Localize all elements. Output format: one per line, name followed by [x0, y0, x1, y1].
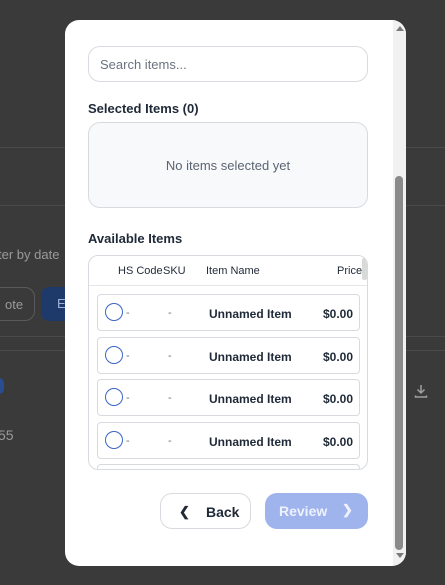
chevron-left-icon: ❮ [179, 504, 190, 519]
select-radio[interactable] [105, 303, 123, 321]
download-icon [414, 385, 428, 398]
review-button[interactable]: Review ❯ [265, 493, 368, 529]
cell-item-name: Unnamed Item [209, 307, 292, 321]
chevron-right-icon: ❯ [342, 502, 353, 517]
bg-outline-button: ote [0, 287, 35, 321]
select-radio[interactable] [105, 431, 123, 449]
scrollbar-thumb[interactable] [395, 176, 403, 550]
search-input[interactable] [88, 46, 368, 82]
selected-items-title: Selected Items (0) [88, 101, 199, 116]
cell-hs-code: - [126, 307, 130, 319]
table-scrollbar[interactable] [362, 258, 367, 280]
cell-price: $0.00 [323, 392, 354, 406]
scroll-up-arrow-icon[interactable] [396, 26, 404, 31]
cell-sku: - [168, 307, 172, 319]
scroll-down-arrow-icon[interactable] [396, 553, 404, 558]
back-button-label: Back [206, 504, 240, 520]
select-radio[interactable] [105, 388, 123, 406]
select-radio[interactable] [105, 346, 123, 364]
table-row[interactable] [97, 464, 360, 469]
empty-state-text: No items selected yet [165, 157, 291, 173]
back-button[interactable]: ❮ Back [160, 493, 251, 529]
select-items-modal: Selected Items (0) No items selected yet… [65, 20, 406, 566]
cell-price: $0.00 [323, 435, 354, 449]
available-items-table: HS Code SKU Item Name Price - - Unnamed … [88, 255, 368, 470]
review-button-label: Review [279, 503, 328, 519]
cell-item-name: Unnamed Item [209, 350, 292, 364]
available-items-title: Available Items [88, 231, 183, 246]
column-header-item-name: Item Name [206, 265, 260, 277]
cell-price: $0.00 [323, 307, 354, 321]
bg-outline-button-label: ote [5, 297, 24, 312]
table-row[interactable]: - - Unnamed Item $0.00 [97, 422, 360, 459]
cell-item-name: Unnamed Item [209, 435, 292, 449]
modal-scrollbar[interactable] [393, 20, 406, 566]
cell-sku: - [168, 350, 172, 362]
cell-item-name: Unnamed Item [209, 392, 292, 406]
cell-hs-code: - [126, 435, 130, 447]
bg-status-dot [0, 378, 4, 394]
column-header-hs-code: HS Code [118, 265, 163, 277]
cell-hs-code: - [126, 392, 130, 404]
table-row[interactable]: - - Unnamed Item $0.00 [97, 337, 360, 374]
bg-amount: 55 [0, 427, 14, 443]
column-header-price: Price [337, 265, 363, 277]
cell-sku: - [168, 435, 172, 447]
selected-items-panel: No items selected yet [88, 122, 368, 208]
cell-hs-code: - [126, 350, 130, 362]
table-header: HS Code SKU Item Name Price [89, 256, 367, 286]
table-row[interactable]: - - Unnamed Item $0.00 [97, 294, 360, 331]
column-header-sku: SKU [163, 265, 186, 277]
cell-price: $0.00 [323, 350, 354, 364]
cell-sku: - [168, 392, 172, 404]
bg-date-filter: ter by date [0, 247, 60, 262]
table-row[interactable]: - - Unnamed Item $0.00 [97, 379, 360, 416]
